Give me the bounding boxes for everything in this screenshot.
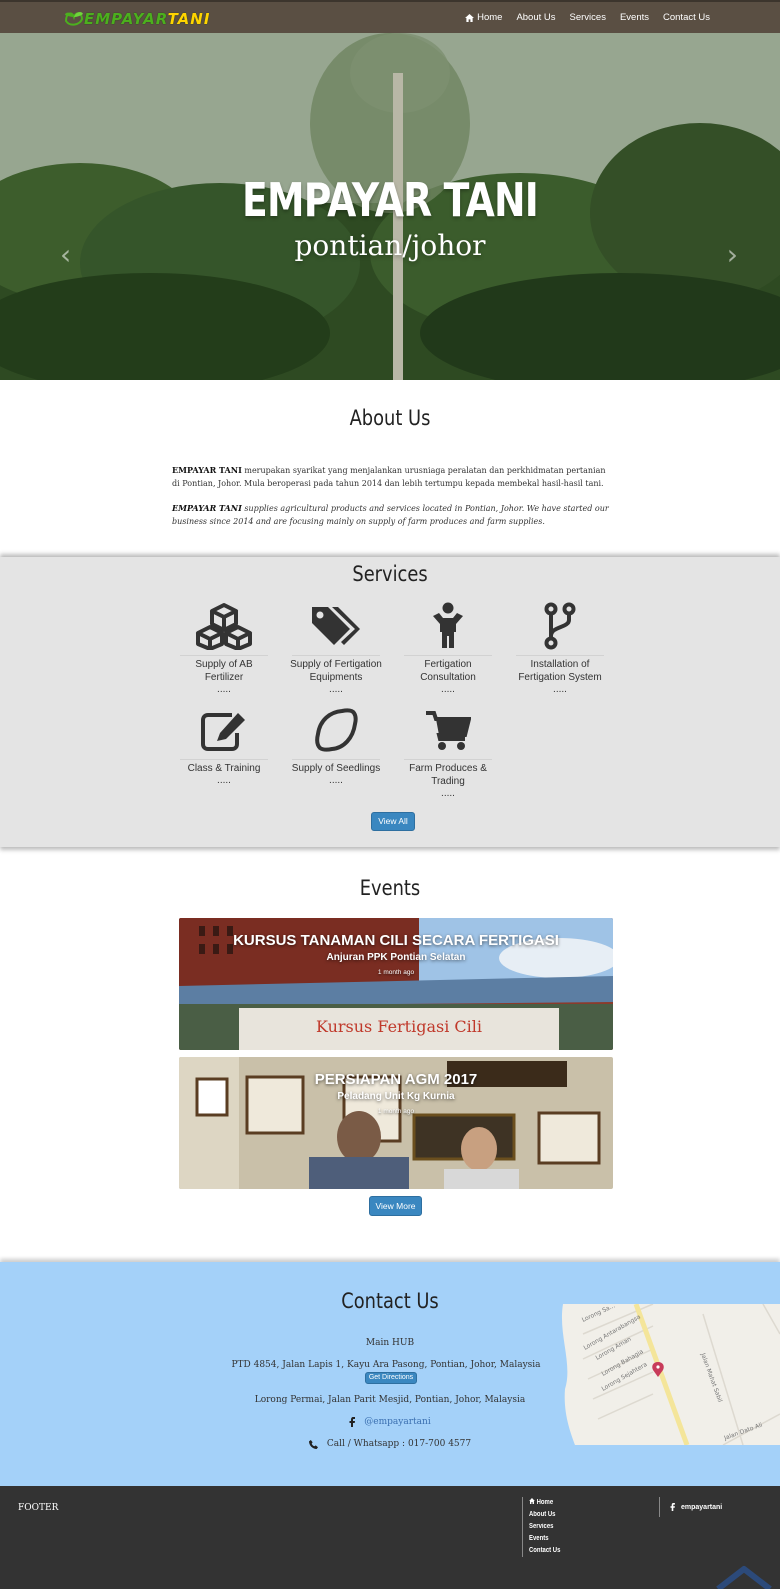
service-dots: ..... xyxy=(217,775,231,786)
nav-services[interactable]: Services xyxy=(570,12,606,23)
cubes-icon xyxy=(176,601,272,651)
main-hub-label: Main HUB xyxy=(365,1338,415,1348)
leaf-logo-icon xyxy=(64,12,84,26)
service-name: Fertigation Consultation xyxy=(420,659,476,683)
service-dots: ..... xyxy=(329,775,343,786)
address-main: PTD 4854, Jalan Lapis 1, Kayu Ara Pasong… xyxy=(231,1360,541,1370)
footer-link-home[interactable]: Home xyxy=(529,1497,560,1509)
service-divider xyxy=(292,655,380,656)
service-item[interactable]: Class & Training ..... xyxy=(176,705,272,786)
hero-title: EMPAYAR TANI xyxy=(242,173,539,227)
edit-icon xyxy=(176,705,272,755)
service-name: Supply of AB Fertilizer xyxy=(195,659,253,683)
service-name: Supply of Seedlings xyxy=(291,763,381,774)
footer-label: FOOTER xyxy=(18,1503,59,1513)
event-title: PERSIAPAN AGM 2017 xyxy=(314,1071,478,1088)
event-time: 1 month ago xyxy=(377,969,415,976)
phone-row: Call / Whatsapp : 017-700 4577 xyxy=(0,1439,780,1449)
footer-link-services[interactable]: Services xyxy=(529,1521,560,1533)
service-divider xyxy=(292,759,380,760)
scroll-to-top-icon[interactable] xyxy=(714,1563,774,1589)
about-title: About Us xyxy=(349,406,431,430)
cart-icon xyxy=(400,705,496,755)
contact-section: Lorong Sa... Lorong Antarabangsa Lorong … xyxy=(0,1262,780,1486)
footer-nav: Home About Us Services Events Contact Us xyxy=(522,1497,566,1557)
service-divider xyxy=(404,655,492,656)
lemon-icon xyxy=(288,705,384,755)
phone-text: Call / Whatsapp : 017-700 4577 xyxy=(326,1439,472,1449)
service-dots: ..... xyxy=(329,684,343,695)
footer-facebook-link[interactable]: empayartani xyxy=(659,1497,722,1517)
footer-link-about[interactable]: About Us xyxy=(529,1509,560,1521)
about-brand-en: EMPAYAR TANI xyxy=(172,503,242,513)
facebook-icon xyxy=(349,1417,356,1427)
service-item[interactable]: Fertigation Consultation ..... xyxy=(400,601,496,695)
hero-subtitle: pontian/johor xyxy=(294,229,486,262)
view-more-button[interactable]: View More xyxy=(369,1196,422,1216)
hero-carousel: EMPAYAR TANI pontian/johor ‹ › xyxy=(0,33,780,380)
service-name: Class & Training xyxy=(187,763,261,774)
page: EMPAYARTANI Home About Us Services Event… xyxy=(0,0,780,1589)
nav-contact[interactable]: Contact Us xyxy=(663,12,710,23)
navbar: EMPAYARTANI Home About Us Services Event… xyxy=(0,0,780,33)
event-banner-text: Kursus Fertigasi Cili xyxy=(316,1017,482,1036)
services-section: Services Supply of AB Fertilizer ..... S… xyxy=(0,557,780,847)
services-title: Services xyxy=(352,562,428,586)
footer: FOOTER Home About Us Services Events Con… xyxy=(0,1486,780,1589)
service-item[interactable]: Installation of Fertigation System ..... xyxy=(512,601,608,695)
address-secondary: Lorong Permai, Jalan Parit Mesjid, Ponti… xyxy=(254,1395,526,1405)
tags-icon xyxy=(288,601,384,651)
service-item[interactable]: Farm Produces & Trading ..... xyxy=(400,705,496,799)
footer-link-home-label: Home xyxy=(536,1499,554,1506)
service-dots: ..... xyxy=(217,684,231,695)
event-subtitle: Peladang Unit Kg Kurnia xyxy=(337,1091,455,1102)
code-fork-icon xyxy=(512,601,608,651)
service-dots: ..... xyxy=(441,684,455,695)
events-title: Events xyxy=(359,876,421,900)
event-subtitle: Anjuran PPK Pontian Selatan xyxy=(326,952,466,963)
facebook-icon xyxy=(670,1503,675,1511)
event-time: 1 month ago xyxy=(377,1108,415,1115)
service-dots: ..... xyxy=(553,684,567,695)
logo-text: EMPAYARTANI xyxy=(84,10,211,28)
logo[interactable]: EMPAYARTANI xyxy=(62,6,210,32)
nav-menu: Home About Us Services Events Contact Us xyxy=(465,2,710,33)
service-name: Supply of Fertigation Equipments xyxy=(290,659,382,683)
event-card[interactable]: Kursus Fertigasi Cili KURSUS TANAMAN CIL… xyxy=(179,918,613,1050)
nav-about[interactable]: About Us xyxy=(516,12,555,23)
event-title: KURSUS TANAMAN CILI SECARA FERTIGASI xyxy=(233,932,559,949)
home-icon xyxy=(529,1498,535,1504)
get-directions-button[interactable]: Get Directions xyxy=(365,1372,417,1384)
service-divider xyxy=(516,655,604,656)
service-name: Farm Produces & Trading xyxy=(409,763,487,787)
nav-home-label: Home xyxy=(477,12,503,23)
about-brand: EMPAYAR TANI xyxy=(172,465,242,475)
facebook-link[interactable]: @empayartani xyxy=(364,1417,430,1427)
footer-social-label: empayartani xyxy=(681,1503,723,1511)
about-paragraph-english: EMPAYAR TANI supplies agricultural produ… xyxy=(172,502,612,528)
carousel-prev-arrow-icon[interactable]: ‹ xyxy=(60,238,71,271)
service-item[interactable]: Supply of AB Fertilizer ..... xyxy=(176,601,272,695)
service-divider xyxy=(180,759,268,760)
service-dots: ..... xyxy=(441,788,455,799)
service-divider xyxy=(404,759,492,760)
event-card[interactable]: PERSIAPAN AGM 2017 Peladang Unit Kg Kurn… xyxy=(179,1057,613,1189)
service-item[interactable]: Supply of Fertigation Equipments ..... xyxy=(288,601,384,695)
service-item[interactable]: Supply of Seedlings ..... xyxy=(288,705,384,786)
view-all-button[interactable]: View All xyxy=(371,812,415,831)
carousel-next-arrow-icon[interactable]: › xyxy=(727,238,738,271)
service-name: Installation of Fertigation System xyxy=(518,659,602,683)
about-paragraph-malay: EMPAYAR TANI merupakan syarikat yang men… xyxy=(172,464,612,490)
contact-title: Contact Us xyxy=(341,1289,439,1313)
nav-home[interactable]: Home xyxy=(465,12,502,23)
phone-icon xyxy=(308,1439,318,1449)
footer-link-contact[interactable]: Contact Us xyxy=(529,1545,560,1557)
facebook-row: @empayartani xyxy=(0,1417,780,1427)
service-divider xyxy=(180,655,268,656)
nav-events[interactable]: Events xyxy=(620,12,649,23)
footer-link-events[interactable]: Events xyxy=(529,1533,560,1545)
child-icon xyxy=(400,601,496,651)
home-icon xyxy=(465,13,475,22)
